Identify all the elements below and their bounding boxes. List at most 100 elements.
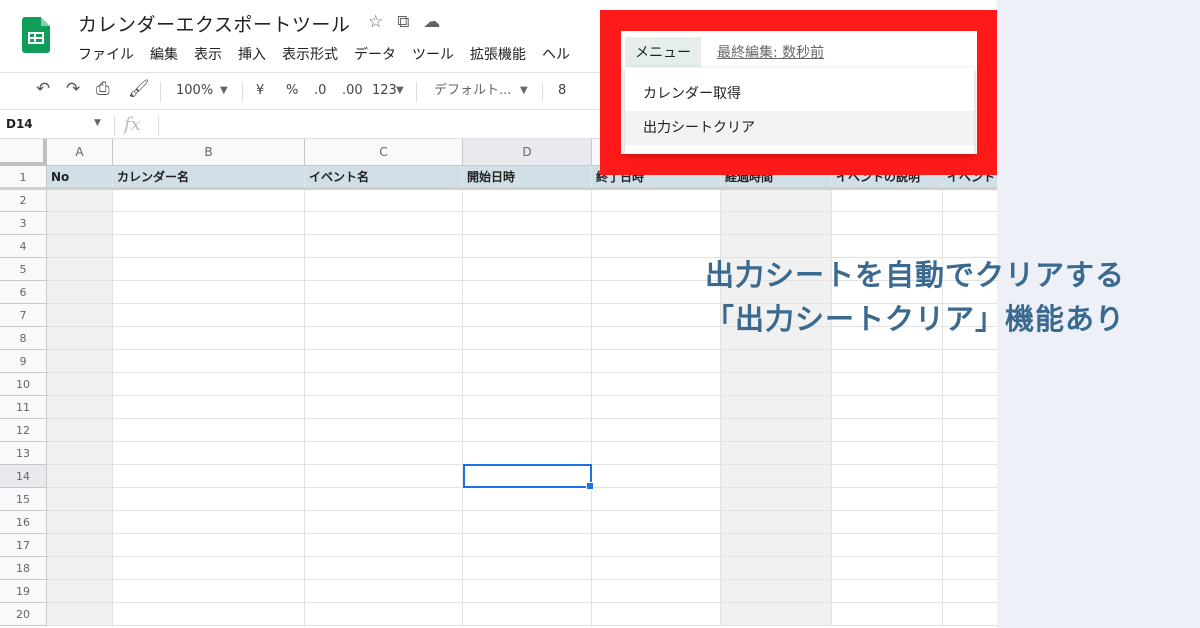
table-cell[interactable] xyxy=(592,189,721,212)
table-cell[interactable] xyxy=(721,442,832,465)
row-header[interactable]: 13 xyxy=(0,442,47,465)
table-cell[interactable] xyxy=(721,603,832,626)
table-cell[interactable] xyxy=(463,189,592,212)
currency-format-button[interactable]: ¥ xyxy=(256,82,264,100)
row-header[interactable]: 7 xyxy=(0,304,47,327)
table-cell[interactable] xyxy=(832,442,943,465)
table-cell[interactable] xyxy=(463,373,592,396)
table-cell[interactable] xyxy=(305,327,463,350)
undo-icon[interactable]: ↶ xyxy=(36,80,50,98)
row-header[interactable]: 9 xyxy=(0,350,47,373)
table-cell[interactable] xyxy=(721,465,832,488)
table-cell[interactable] xyxy=(943,419,997,442)
more-formats-button[interactable]: 123 xyxy=(372,82,397,100)
table-cell[interactable] xyxy=(47,534,113,557)
table-cell[interactable] xyxy=(832,350,943,373)
header-cell[interactable]: イベント名 xyxy=(305,166,463,189)
table-cell[interactable] xyxy=(463,419,592,442)
table-cell[interactable] xyxy=(113,373,305,396)
table-cell[interactable] xyxy=(943,442,997,465)
table-cell[interactable] xyxy=(113,212,305,235)
select-all-corner[interactable] xyxy=(0,139,47,166)
table-cell[interactable] xyxy=(463,603,592,626)
menu-extensions[interactable]: 拡張機能 xyxy=(462,45,534,67)
star-icon[interactable]: ☆ xyxy=(368,12,383,32)
row-header[interactable]: 15 xyxy=(0,488,47,511)
table-cell[interactable] xyxy=(113,603,305,626)
menu-format[interactable]: 表示形式 xyxy=(274,45,346,67)
table-cell[interactable] xyxy=(832,603,943,626)
table-cell[interactable] xyxy=(721,396,832,419)
table-cell[interactable] xyxy=(943,396,997,419)
header-cell[interactable]: 開始日時 xyxy=(463,166,592,189)
table-cell[interactable] xyxy=(305,488,463,511)
table-cell[interactable] xyxy=(305,373,463,396)
table-cell[interactable] xyxy=(113,465,305,488)
table-cell[interactable] xyxy=(463,258,592,281)
table-cell[interactable] xyxy=(721,557,832,580)
table-cell[interactable] xyxy=(305,465,463,488)
table-cell[interactable] xyxy=(463,327,592,350)
table-cell[interactable] xyxy=(943,465,997,488)
table-cell[interactable] xyxy=(721,511,832,534)
table-cell[interactable] xyxy=(832,580,943,603)
table-cell[interactable] xyxy=(113,304,305,327)
table-cell[interactable] xyxy=(943,189,997,212)
table-cell[interactable] xyxy=(592,580,721,603)
redo-icon[interactable]: ↷ xyxy=(66,80,80,98)
sheets-logo-icon[interactable] xyxy=(22,17,50,53)
print-icon[interactable]: ⎙ xyxy=(96,80,110,98)
table-cell[interactable] xyxy=(832,557,943,580)
menu-data[interactable]: データ xyxy=(346,45,404,67)
header-cell[interactable]: No xyxy=(47,166,113,189)
table-cell[interactable] xyxy=(305,580,463,603)
table-cell[interactable] xyxy=(113,396,305,419)
table-cell[interactable] xyxy=(47,580,113,603)
cloud-saved-icon[interactable]: ☁ xyxy=(423,12,440,32)
table-cell[interactable] xyxy=(47,189,113,212)
table-cell[interactable] xyxy=(463,557,592,580)
row-header[interactable]: 3 xyxy=(0,212,47,235)
table-cell[interactable] xyxy=(305,557,463,580)
table-cell[interactable] xyxy=(305,511,463,534)
column-header[interactable]: B xyxy=(113,139,305,166)
table-cell[interactable] xyxy=(943,511,997,534)
table-cell[interactable] xyxy=(943,580,997,603)
row-header[interactable]: 1 xyxy=(0,166,47,189)
table-cell[interactable] xyxy=(943,373,997,396)
table-cell[interactable] xyxy=(832,534,943,557)
table-cell[interactable] xyxy=(943,557,997,580)
table-cell[interactable] xyxy=(47,350,113,373)
menu-help[interactable]: ヘル xyxy=(534,45,578,67)
table-cell[interactable] xyxy=(47,603,113,626)
last-edit-link[interactable]: 最終編集: 数秒前 xyxy=(717,42,824,62)
table-cell[interactable] xyxy=(113,235,305,258)
table-cell[interactable] xyxy=(305,603,463,626)
row-header[interactable]: 14 xyxy=(0,465,47,488)
table-cell[interactable] xyxy=(832,511,943,534)
table-cell[interactable] xyxy=(305,281,463,304)
selected-cell-d14[interactable] xyxy=(463,464,594,490)
table-cell[interactable] xyxy=(721,212,832,235)
menu-insert[interactable]: 挿入 xyxy=(230,45,274,67)
table-cell[interactable] xyxy=(305,212,463,235)
row-header[interactable]: 19 xyxy=(0,580,47,603)
table-cell[interactable] xyxy=(592,396,721,419)
font-select[interactable]: デフォルト... xyxy=(434,82,511,100)
table-cell[interactable] xyxy=(47,212,113,235)
menu-edit[interactable]: 編集 xyxy=(142,45,186,67)
table-cell[interactable] xyxy=(832,396,943,419)
table-cell[interactable] xyxy=(305,419,463,442)
table-cell[interactable] xyxy=(943,488,997,511)
table-cell[interactable] xyxy=(463,534,592,557)
row-header[interactable]: 6 xyxy=(0,281,47,304)
column-header[interactable]: C xyxy=(305,139,463,166)
document-title[interactable]: カレンダーエクスポートツール xyxy=(78,10,350,37)
table-cell[interactable] xyxy=(721,419,832,442)
table-cell[interactable] xyxy=(113,580,305,603)
menu-view[interactable]: 表示 xyxy=(186,45,230,67)
table-cell[interactable] xyxy=(113,488,305,511)
table-cell[interactable] xyxy=(721,488,832,511)
table-cell[interactable] xyxy=(832,212,943,235)
table-cell[interactable] xyxy=(721,534,832,557)
